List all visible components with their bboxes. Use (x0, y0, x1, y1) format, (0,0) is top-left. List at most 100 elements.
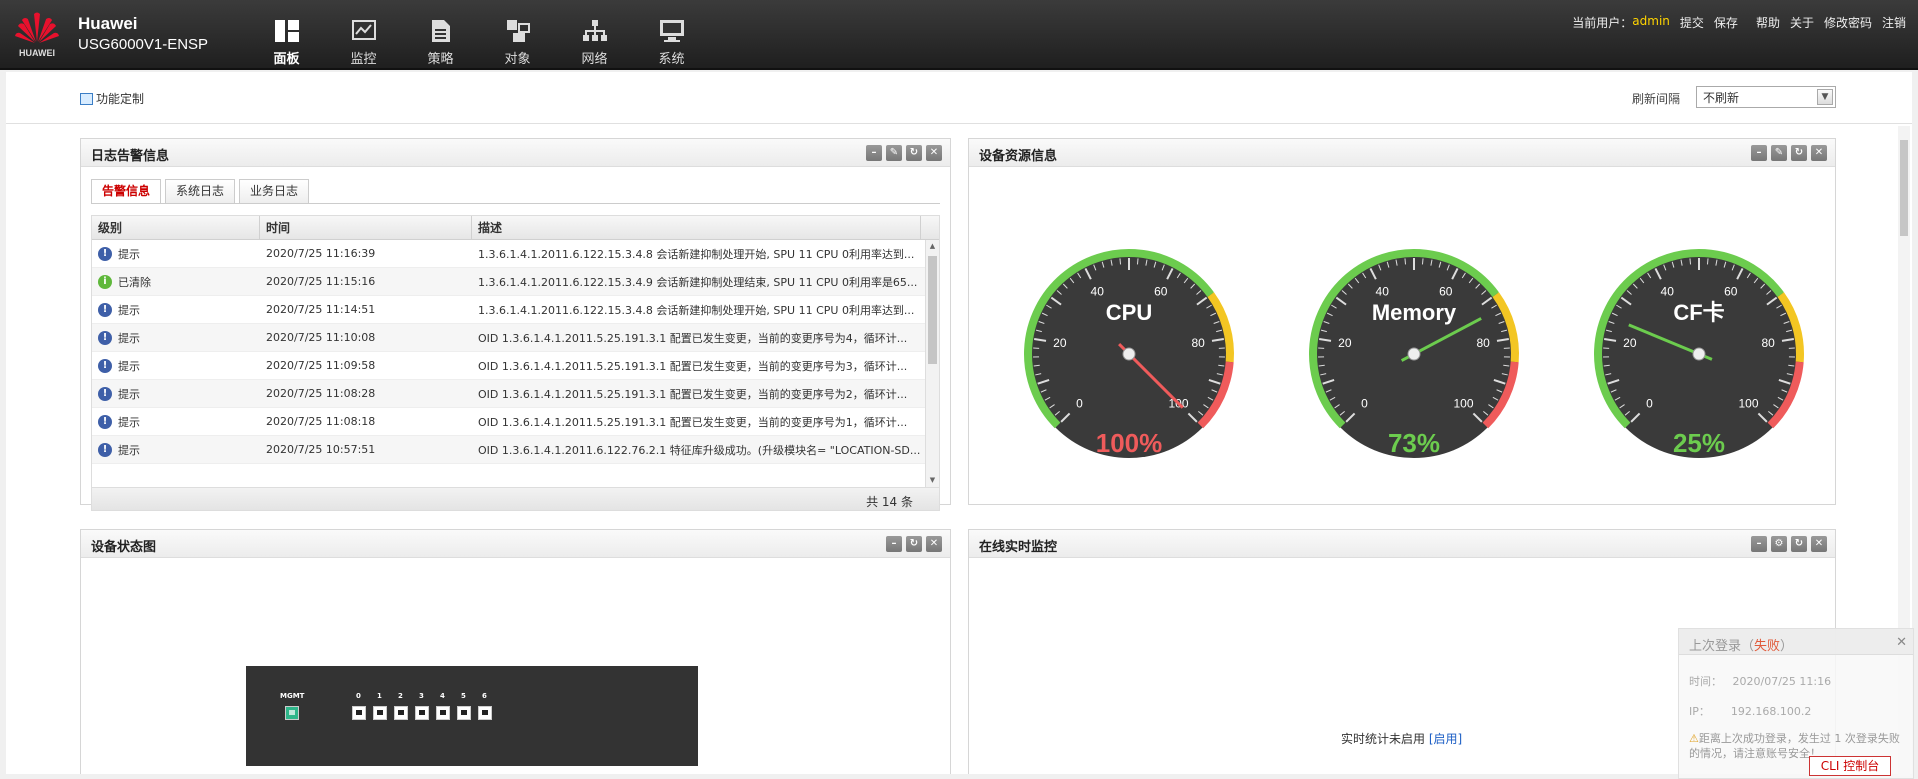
column-level[interactable]: 级别 (92, 216, 260, 239)
port-mgmt[interactable] (285, 706, 299, 720)
nav-policy[interactable]: 策略 (402, 14, 479, 67)
nav-object[interactable]: 对象 (479, 14, 556, 67)
cell-description: 1.3.6.1.4.1.2011.6.122.15.3.4.8 会话新建抑制处理… (478, 303, 915, 317)
panel-title: 设备资源信息 (979, 149, 1058, 164)
about-link[interactable]: 关于 (1790, 14, 1814, 31)
logout-link[interactable]: 注销 (1882, 14, 1906, 31)
cell-time: 2020/7/25 11:08:18 (266, 415, 376, 428)
scroll-up-icon[interactable]: ▲ (926, 242, 939, 254)
table-header: 级别 时间 描述 (92, 216, 939, 240)
help-link[interactable]: 帮助 (1756, 14, 1780, 31)
nav-dashboard[interactable]: 面板 (248, 14, 325, 67)
table-row[interactable]: ! 提示 2020/7/25 11:16:39 1.3.6.1.4.1.2011.6.… (92, 240, 939, 268)
nav-label: 面板 (273, 52, 300, 67)
tick-mark (1689, 258, 1692, 265)
panel-header: 在线实时监控 – ⚙ ↻ ✕ (969, 530, 1835, 558)
cell-time: 2020/7/25 11:14:51 (266, 303, 376, 316)
port-3[interactable] (415, 706, 429, 720)
port-2[interactable] (394, 706, 408, 720)
refresh-icon[interactable]: ↻ (1791, 145, 1807, 161)
close-icon[interactable]: ✕ (926, 536, 942, 552)
info-status-icon: ! (98, 302, 112, 317)
cell-time: 2020/7/25 11:15:16 (266, 275, 376, 288)
cell-level: ! 提示 (92, 246, 260, 262)
function-custom-label: 功能定制 (96, 92, 145, 106)
close-icon[interactable]: ✕ (926, 145, 942, 161)
gauge-value: 73% (1388, 428, 1440, 458)
tick-label: 40 (1376, 285, 1390, 299)
cell-level: ! 提示 (92, 442, 260, 458)
tick-mark (1404, 258, 1407, 265)
info-status-icon: ! (98, 330, 112, 345)
tick-label: 60 (1439, 285, 1453, 299)
minimize-icon[interactable]: – (866, 145, 882, 161)
tab-business-log[interactable]: 业务日志 (239, 179, 310, 203)
close-icon[interactable]: ✕ (1811, 145, 1827, 161)
edit-icon[interactable]: ✎ (886, 145, 902, 161)
chevron-down-icon: ▼ (1817, 89, 1833, 105)
cli-console-button[interactable]: CLI 控制台 (1809, 756, 1891, 776)
table-row[interactable]: ! 提示 2020/7/25 11:10:08 OID 1.3.6.1.4.1.201… (92, 324, 939, 352)
submit-link[interactable]: 提交 (1680, 14, 1704, 31)
port-5[interactable] (457, 706, 471, 720)
minimize-icon[interactable]: – (1751, 536, 1767, 552)
huawei-logo-icon (15, 12, 59, 43)
nav-label: 策略 (427, 52, 454, 67)
table-row[interactable]: ! 提示 2020/7/25 10:57:51 OID 1.3.6.1.4.1.201… (92, 436, 939, 464)
edit-icon[interactable]: ✎ (1771, 145, 1787, 161)
port-1[interactable] (373, 706, 387, 720)
monitor-status-text: 实时统计未启用 (1341, 732, 1426, 746)
minimize-icon[interactable]: – (1751, 145, 1767, 161)
panel-tools: – ✎ ↻ ✕ (866, 145, 942, 161)
policy-icon (426, 18, 456, 44)
refresh-interval-select[interactable]: 不刷新 ▼ (1696, 86, 1836, 108)
tick-mark (1706, 258, 1709, 265)
info-status-icon: ! (98, 358, 112, 373)
function-custom-button[interactable]: 功能定制 (80, 90, 144, 107)
table-scrollbar[interactable]: ▲ ▼ (925, 240, 939, 490)
port-4[interactable] (436, 706, 450, 720)
table-row[interactable]: ! 提示 2020/7/25 11:08:28 OID 1.3.6.1.4.1.201… (92, 380, 939, 408)
table-row[interactable]: i 已清除 2020/7/25 11:15:16 1.3.6.1.4.1.2011.6… (92, 268, 939, 296)
nav-monitor[interactable]: 监控 (325, 14, 402, 67)
close-icon[interactable]: ✕ (1811, 536, 1827, 552)
device-model: USG6000V1-ENSP (78, 36, 209, 53)
refresh-icon[interactable]: ↻ (1791, 536, 1807, 552)
tab-alarm[interactable]: 告警信息 (91, 179, 162, 203)
refresh-icon[interactable]: ↻ (906, 145, 922, 161)
gauge-dial: 0 20 40 60 80 100 CF卡 25% (1589, 244, 1809, 464)
gear-icon[interactable]: ⚙ (1771, 536, 1787, 552)
page-scroll-thumb[interactable] (1900, 140, 1908, 236)
device-front-panel: MGMT 0 1 2 3 4 5 6 (246, 666, 698, 766)
scroll-thumb[interactable] (928, 256, 937, 364)
log-alarm-panel: 日志告警信息 – ✎ ↻ ✕ 告警信息 系统日志 业务日志 级别 时间 描述 !… (80, 138, 951, 511)
login-status: 失败 (1754, 639, 1781, 654)
table-row[interactable]: ! 提示 2020/7/25 11:09:58 OID 1.3.6.1.4.1.201… (92, 352, 939, 380)
dashboard-content: 日志告警信息 – ✎ ↻ ✕ 告警信息 系统日志 业务日志 级别 时间 描述 !… (6, 124, 1912, 774)
network-icon (580, 18, 610, 44)
level-text: 提示 (118, 387, 140, 401)
column-description[interactable]: 描述 (472, 216, 921, 239)
tab-system-log[interactable]: 系统日志 (165, 179, 236, 203)
nav-system[interactable]: 系统 (633, 14, 710, 67)
port-6[interactable] (478, 706, 492, 720)
gauge-dial: 0 20 40 60 80 100 Memory 73% (1304, 244, 1524, 464)
tick-label: 0 (1361, 396, 1368, 410)
current-user[interactable]: admin (1632, 14, 1670, 31)
table-row[interactable]: ! 提示 2020/7/25 11:08:18 OID 1.3.6.1.4.1.201… (92, 408, 939, 436)
gauge-cpu: 020406080100CPU100% (1009, 234, 1249, 474)
change-password-link[interactable]: 修改密码 (1824, 14, 1872, 31)
gauge-memory: 0 20 40 60 80 100 Memory 73% (1294, 234, 1534, 474)
table-row[interactable]: ! 提示 2020/7/25 11:14:51 1.3.6.1.4.1.2011.6.… (92, 296, 939, 324)
refresh-icon[interactable]: ↻ (906, 536, 922, 552)
nav-network[interactable]: 网络 (556, 14, 633, 67)
port-0[interactable] (352, 706, 366, 720)
minimize-icon[interactable]: – (886, 536, 902, 552)
refresh-interval-value: 不刷新 (1703, 90, 1740, 105)
panel-tools: – ↻ ✕ (886, 536, 942, 552)
close-icon[interactable]: ✕ (1896, 635, 1907, 650)
port-label: 2 (398, 692, 403, 700)
column-time[interactable]: 时间 (260, 216, 472, 239)
save-link[interactable]: 保存 (1714, 14, 1738, 31)
enable-link[interactable]: [启用] (1429, 732, 1462, 746)
